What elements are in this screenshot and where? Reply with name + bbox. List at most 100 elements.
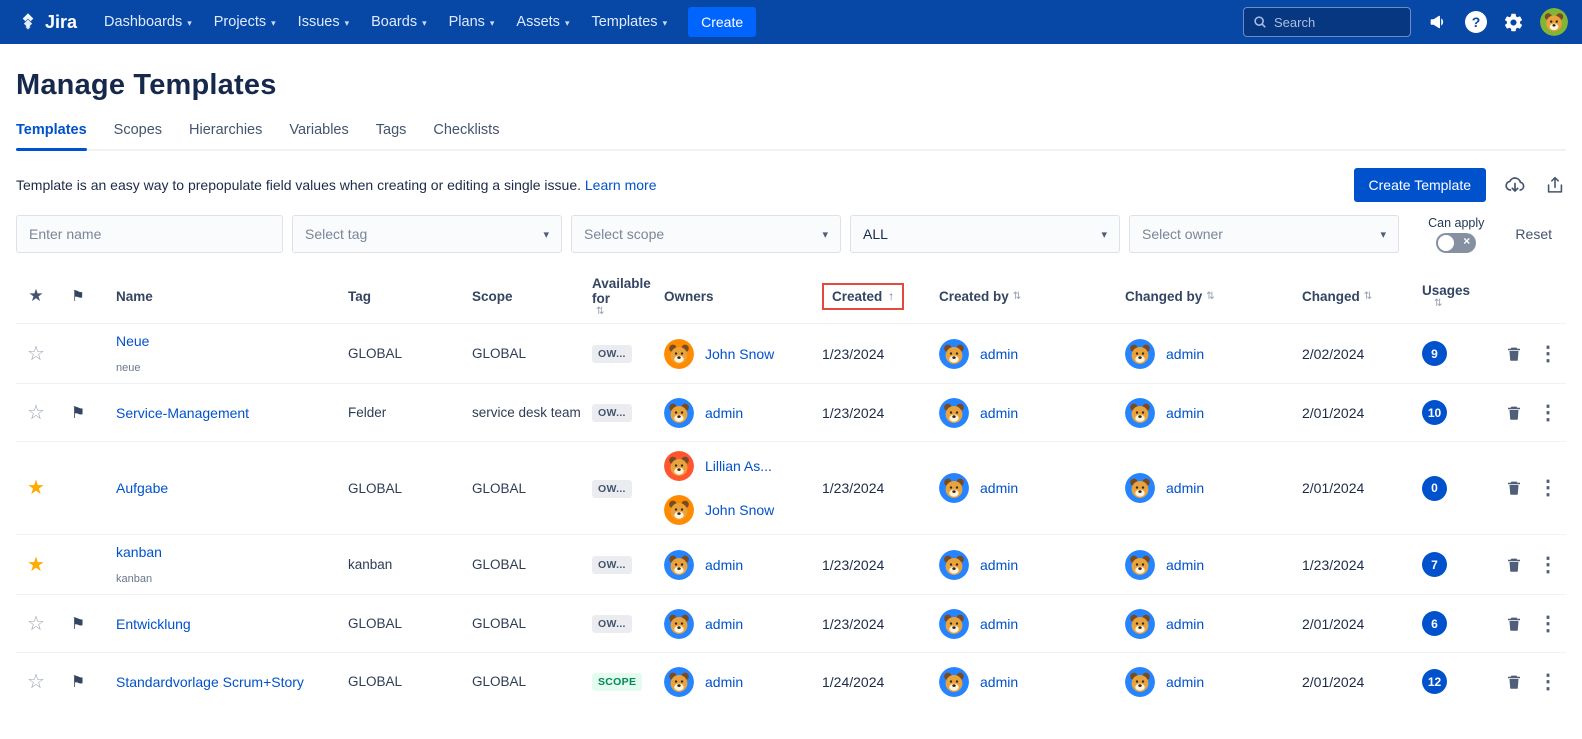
help-icon[interactable]: ? (1465, 11, 1487, 33)
can-apply-toggle[interactable]: × (1436, 232, 1477, 253)
owner-name-link[interactable]: admin (705, 674, 743, 690)
header-usages[interactable]: Usages ⇅ (1408, 283, 1482, 309)
tab-scopes[interactable]: Scopes (114, 122, 162, 149)
trash-icon[interactable] (1505, 615, 1523, 633)
owner-name-link[interactable]: admin (705, 557, 743, 573)
export-icon[interactable] (1544, 174, 1566, 196)
sort-icon: ⇅ (1434, 298, 1443, 309)
tab-tags[interactable]: Tags (376, 122, 407, 149)
template-name-link[interactable]: Aufgabe (116, 480, 168, 496)
owner-name-link[interactable]: Lillian As... (705, 458, 772, 474)
tag-value: GLOBAL (348, 346, 403, 361)
star-icon[interactable]: ☆ (27, 672, 45, 692)
more-options-icon[interactable]: ⋮ (1538, 614, 1558, 634)
cloud-download-icon[interactable] (1503, 173, 1527, 197)
nav-item-projects[interactable]: Projects ▾ (203, 0, 287, 44)
owner-name-link[interactable]: admin (705, 405, 743, 421)
announcement-icon[interactable] (1427, 11, 1449, 33)
learn-more-link[interactable]: Learn more (585, 177, 657, 193)
create-template-button[interactable]: Create Template (1353, 168, 1486, 202)
header-created-by[interactable]: Created by ⇅ (930, 289, 1116, 304)
more-options-icon[interactable]: ⋮ (1538, 555, 1558, 575)
header-owners[interactable]: Owners (658, 289, 822, 304)
changed-by-link[interactable]: admin (1166, 616, 1204, 632)
created-by-link[interactable]: admin (980, 405, 1018, 421)
more-options-icon[interactable]: ⋮ (1538, 344, 1558, 364)
more-options-icon[interactable]: ⋮ (1538, 478, 1558, 498)
created-by-link[interactable]: admin (980, 616, 1018, 632)
star-icon[interactable]: ☆ (27, 403, 45, 423)
owner-filter-select[interactable]: Select owner ▾ (1129, 215, 1399, 253)
template-name-link[interactable]: Neue (116, 333, 149, 349)
nav-item-label: Boards (371, 14, 418, 30)
nav-item-assets[interactable]: Assets ▾ (505, 0, 580, 44)
owner-name-link[interactable]: John Snow (705, 346, 774, 362)
changed-by-link[interactable]: admin (1166, 557, 1204, 573)
settings-icon[interactable] (1503, 12, 1524, 33)
header-scope[interactable]: Scope (472, 289, 592, 304)
nav-item-label: Projects (213, 14, 267, 30)
template-name-link[interactable]: Standardvorlage Scrum+Story (116, 674, 304, 690)
nav-item-templates[interactable]: Templates ▾ (580, 0, 678, 44)
changed-by-link[interactable]: admin (1166, 405, 1204, 421)
tag-filter-select[interactable]: Select tag ▾ (292, 215, 562, 253)
nav-item-issues[interactable]: Issues ▾ (287, 0, 360, 44)
created-by-link[interactable]: admin (980, 674, 1018, 690)
star-icon[interactable]: ☆ (27, 614, 45, 634)
star-header-icon[interactable]: ★ (28, 286, 43, 306)
template-name-link[interactable]: kanban (116, 544, 162, 560)
create-button[interactable]: Create (688, 7, 757, 37)
chevron-down-icon: ▾ (662, 17, 668, 28)
trash-icon[interactable] (1505, 556, 1523, 574)
search-input[interactable] (1274, 14, 1401, 30)
trash-icon[interactable] (1505, 673, 1523, 691)
more-options-icon[interactable]: ⋮ (1538, 403, 1558, 423)
nav-item-boards[interactable]: Boards ▾ (360, 0, 437, 44)
tab-checklists[interactable]: Checklists (433, 122, 499, 149)
header-created[interactable]: Created ↑ (822, 282, 930, 310)
name-filter-input[interactable] (29, 226, 270, 242)
owner-entry: Lillian As... (664, 451, 822, 481)
template-name-link[interactable]: Entwicklung (116, 616, 191, 632)
owner-name-link[interactable]: admin (705, 616, 743, 632)
trash-icon[interactable] (1505, 479, 1523, 497)
trash-icon[interactable] (1505, 345, 1523, 363)
created-by-link[interactable]: admin (980, 480, 1018, 496)
changed-by-link[interactable]: admin (1166, 480, 1204, 496)
created-by-link[interactable]: admin (980, 557, 1018, 573)
scope-filter-select[interactable]: Select scope ▾ (571, 215, 841, 253)
nav-item-plans[interactable]: Plans ▾ (438, 0, 506, 44)
star-icon[interactable]: ★ (27, 555, 45, 575)
header-changed[interactable]: Changed ⇅ (1302, 289, 1408, 304)
trash-icon[interactable] (1505, 404, 1523, 422)
header-available-for[interactable]: Available for ⇅ (592, 276, 658, 317)
changed-by-link[interactable]: admin (1166, 674, 1204, 690)
nav-item-dashboards[interactable]: Dashboards ▾ (93, 0, 203, 44)
toggle-knob (1438, 234, 1455, 251)
user-avatar[interactable] (1540, 8, 1568, 36)
flag-header-icon[interactable]: ⚑ (71, 287, 84, 305)
tab-templates[interactable]: Templates (16, 122, 87, 151)
header-changed-by[interactable]: Changed by ⇅ (1116, 289, 1302, 304)
category-filter-select[interactable]: ALL ▾ (850, 215, 1120, 253)
changed-by-link[interactable]: admin (1166, 346, 1204, 362)
scope-value: GLOBAL (472, 674, 527, 689)
tag-value: GLOBAL (348, 616, 403, 631)
jira-logo[interactable]: Jira (14, 12, 93, 33)
header-name[interactable]: Name (100, 289, 348, 304)
reset-button[interactable]: Reset (1515, 226, 1552, 242)
owner-name-link[interactable]: John Snow (705, 502, 774, 518)
changed-by-avatar (1125, 608, 1155, 639)
chevron-down-icon: ▾ (564, 17, 570, 28)
tab-hierarchies[interactable]: Hierarchies (189, 122, 262, 149)
changed-by-cell: admin (1116, 608, 1302, 639)
star-icon[interactable]: ☆ (27, 344, 45, 364)
template-name-link[interactable]: Service-Management (116, 405, 249, 421)
header-tag[interactable]: Tag (348, 289, 472, 304)
created-by-link[interactable]: admin (980, 346, 1018, 362)
more-options-icon[interactable]: ⋮ (1538, 672, 1558, 692)
tab-variables[interactable]: Variables (289, 122, 348, 149)
star-icon[interactable]: ★ (27, 478, 45, 498)
sort-icon: ⇅ (1206, 290, 1215, 302)
can-apply-group: Can apply × (1428, 216, 1484, 253)
